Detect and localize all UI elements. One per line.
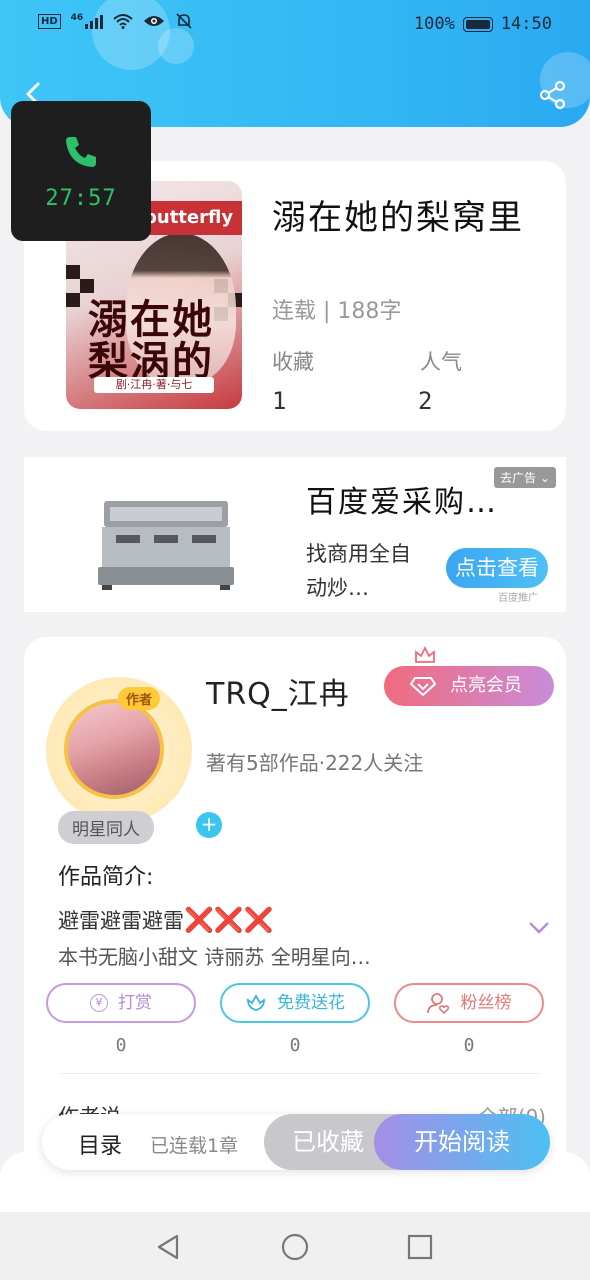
vip-button[interactable]: 点亮会员: [384, 646, 554, 706]
send-flower-button[interactable]: 免费送花: [220, 983, 370, 1023]
hd-icon: HD: [38, 13, 61, 29]
favorites-label: 收藏: [272, 350, 314, 374]
clock: 14:50: [500, 14, 552, 34]
popularity-label: 人气: [420, 350, 462, 374]
intro-line-1: 避雷避雷避雷❌❌❌: [58, 906, 274, 934]
book-title: 溺在她的梨窝里: [272, 198, 524, 238]
nav-recents-icon[interactable]: [405, 1232, 435, 1262]
remove-ad-tag[interactable]: 去广告 ⌄: [494, 467, 556, 488]
battery-icon: [462, 16, 493, 32]
ad-card[interactable]: 百度爱采购… 找商用全自动炒… 去广告 ⌄ 点击查看 百度推广: [24, 457, 566, 612]
reward-button[interactable]: ¥ 打赏: [46, 983, 196, 1023]
battery-percent: 100%: [413, 14, 455, 34]
coffee-machine-image: [98, 501, 234, 590]
diamond-icon: [410, 677, 436, 696]
author-badge: 作者: [118, 687, 161, 710]
favorites-value: 1: [272, 387, 287, 415]
mute-bell-icon: [176, 13, 192, 29]
cover-band: butterfly: [136, 201, 242, 235]
bottom-action-bar: 目录 已连载1章 已收藏 开始阅读: [42, 1114, 550, 1170]
author-name[interactable]: TRQ_江冉: [206, 669, 350, 713]
user-heart-icon: [426, 993, 449, 1015]
author-meta: 著有5部作品·222人关注: [206, 751, 424, 775]
divider: [58, 1073, 540, 1074]
share-icon[interactable]: [538, 80, 568, 110]
ad-description: 找商用全自动炒…: [306, 542, 411, 600]
ad-title: 百度爱采购…: [306, 485, 498, 520]
toc-button[interactable]: 目录: [78, 1128, 122, 1160]
cover-title: 溺在她 梨涡的: [88, 297, 214, 385]
ad-cta-button[interactable]: 点击查看: [446, 548, 548, 588]
fans-count: 0: [463, 1035, 475, 1056]
popularity-value: 2: [418, 387, 433, 415]
cover-author: 剧·江冉·著·与七: [94, 377, 214, 393]
eye-icon: [144, 16, 165, 26]
nav-home-icon[interactable]: [280, 1232, 310, 1262]
status-bar: HD 46 100% 14:50: [38, 12, 552, 38]
call-duration: 27:57: [45, 185, 117, 211]
nav-back-icon[interactable]: [153, 1232, 183, 1262]
genre-tag[interactable]: 明星同人: [58, 811, 154, 844]
book-status: 连载 | 188字: [272, 299, 402, 324]
system-nav-bar: [0, 1212, 590, 1280]
chapter-count: 已连载1章: [150, 1135, 239, 1157]
flower-icon: [247, 994, 265, 1011]
intro-line-2: 本书无脑小甜文 诗丽苏 全明星向…: [58, 945, 371, 969]
yen-icon: ¥: [90, 994, 108, 1012]
crown-icon: [415, 646, 435, 663]
ad-source: 百度推广: [498, 593, 538, 604]
call-floating-window[interactable]: 27:57: [11, 101, 151, 241]
fan-rank-button[interactable]: 粉丝榜: [394, 983, 544, 1023]
chevron-down-icon[interactable]: [528, 921, 550, 935]
reward-count: 0: [115, 1035, 127, 1056]
phone-icon: [66, 136, 96, 167]
signal-icon: 46: [71, 13, 104, 29]
author-avatar[interactable]: 作者: [46, 677, 192, 823]
start-reading-button[interactable]: 开始阅读: [374, 1114, 550, 1170]
add-tag-button[interactable]: +: [196, 812, 222, 838]
wifi-icon: [113, 14, 133, 29]
intro-label: 作品简介:: [58, 865, 154, 890]
flower-count: 0: [289, 1035, 301, 1056]
avatar: [64, 699, 164, 799]
